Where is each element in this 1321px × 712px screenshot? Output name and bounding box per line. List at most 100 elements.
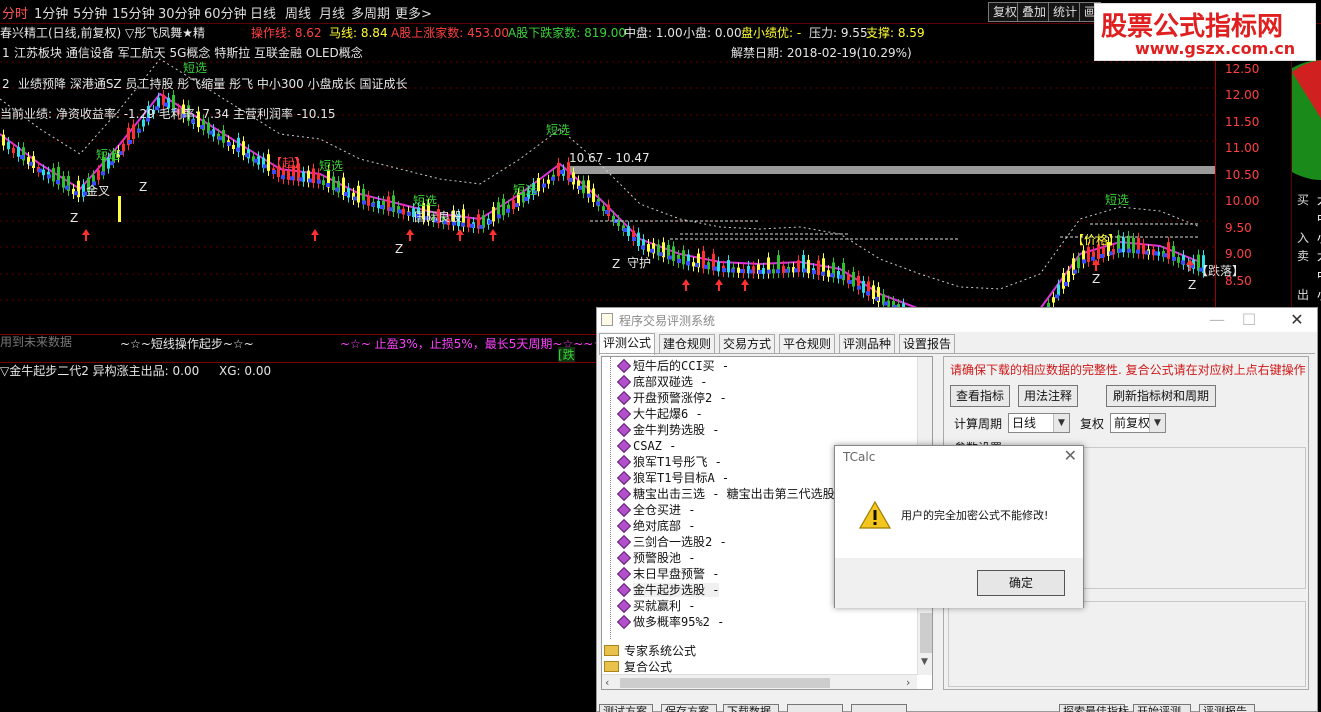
usage-notes-button[interactable]: 用法注释 xyxy=(1018,385,1078,407)
close-icon[interactable]: ✕ xyxy=(1283,309,1311,331)
pressure-value: 压力: 9.55 xyxy=(809,26,868,40)
tree-folder-expert[interactable]: 专家系统公式 xyxy=(604,643,696,659)
folder-icon xyxy=(604,645,619,656)
period-5min[interactable]: 5分钟 xyxy=(73,3,107,22)
view-indicator-button[interactable]: 查看指标 xyxy=(950,385,1010,407)
period-daily[interactable]: 日线 xyxy=(250,3,276,22)
tree-item[interactable]: 绝对底部 - xyxy=(616,518,695,534)
tree-item-label: 短牛后的CCI买 - xyxy=(633,359,730,373)
tab-instruments[interactable]: 评测品种 xyxy=(839,334,896,354)
formula-icon xyxy=(616,550,632,566)
tree-item[interactable]: 末日早盘预警 - xyxy=(616,566,719,582)
tab-entry-rules[interactable]: 建仓规则 xyxy=(659,334,716,354)
short-title: ~☆~短线操作起步~☆~ xyxy=(120,337,254,351)
save-plan-button[interactable]: 保存方案 xyxy=(661,704,717,712)
adjust-select[interactable]: 前复权 ▼ xyxy=(1110,413,1166,433)
formula-icon xyxy=(616,358,632,374)
chevron-down-icon[interactable]: ▼ xyxy=(1053,414,1069,432)
tree-folder-composite[interactable]: 复合公式 xyxy=(604,659,672,675)
tab-report-settings[interactable]: 设置报告 xyxy=(899,334,956,354)
axis-tick-7: 9.00 xyxy=(1225,247,1252,261)
advancers-count: A股上涨家数: 453.00 xyxy=(391,26,510,40)
overlay-button[interactable]: 叠加 xyxy=(1017,2,1052,22)
tree-item-label: 大牛起爆6 - xyxy=(633,407,703,421)
tree-vscroll-thumb[interactable] xyxy=(920,613,932,653)
start-test-button[interactable]: 开始评测 xyxy=(1133,704,1191,712)
chart-label-zx-7: 短选 xyxy=(1105,193,1130,207)
formula-icon xyxy=(616,534,632,550)
formula-icon xyxy=(616,374,632,390)
tree-item[interactable]: 开盘预警涨停2 - xyxy=(616,390,727,406)
period-60min[interactable]: 60分钟 xyxy=(204,3,247,22)
tree-item[interactable]: 糖宝出击三选 - 糖宝出击第三代选股 xyxy=(616,486,835,502)
explore-best-button[interactable]: 探索最佳指标 xyxy=(1059,704,1129,712)
window-titlebar[interactable]: 程序交易评测系统 — ☐ ✕ xyxy=(597,308,1317,332)
bottom-button-4[interactable] xyxy=(787,704,843,712)
tree-horizontal-scrollbar[interactable]: ‹ › xyxy=(602,674,917,689)
tree-item[interactable]: 三剑合一选股2 - xyxy=(616,534,727,550)
tree-item[interactable]: 大牛起爆6 - xyxy=(616,406,703,422)
ok-button[interactable]: 确定 xyxy=(977,570,1065,596)
test-report-button[interactable]: 评测报告 xyxy=(1199,704,1255,712)
tree-item[interactable]: 短牛后的CCI买 - xyxy=(616,358,729,374)
close-icon[interactable]: ✕ xyxy=(1064,446,1077,465)
download-data-button[interactable]: 下载数据 xyxy=(723,704,779,712)
warning-icon xyxy=(859,500,891,529)
tree-item-label: 金牛判势选股 - xyxy=(633,423,720,437)
watermark: 股票公式指标网 www.gszx.com.cn xyxy=(1094,3,1316,61)
tree-item[interactable]: 狼军T1号目标A - xyxy=(616,470,729,486)
description-group xyxy=(948,601,1306,687)
tab-underline xyxy=(599,353,1315,354)
formula-icon xyxy=(616,470,632,486)
sector-line-1: 江苏板块 通信设备 军工航天 5G概念 特斯拉 互联金融 OLED概念 xyxy=(14,46,363,60)
tree-item[interactable]: 金牛判势选股 - xyxy=(616,422,719,438)
period-weekly[interactable]: 周线 xyxy=(285,3,311,22)
tree-item[interactable]: 买就赢利 - xyxy=(616,598,695,614)
tcalc-message: 用户的完全加密公式不能修改! xyxy=(901,509,1049,522)
period-30min[interactable]: 30分钟 xyxy=(158,3,201,22)
formula-icon xyxy=(616,454,632,470)
scroll-down-icon[interactable]: ▼ xyxy=(921,657,928,667)
minimize-icon[interactable]: — xyxy=(1203,309,1231,331)
tree-item[interactable]: 金牛起步选股 - xyxy=(616,582,720,598)
tree-item-label: 底部双碰选 - xyxy=(633,375,708,389)
axis-tick-5: 10.00 xyxy=(1225,194,1260,208)
performance-line: 当前业绩: 净资收益率: -1.29 毛利率: 7.34 主营利润率 -10.1… xyxy=(0,107,336,121)
tree-item[interactable]: 做多概率95%2 - xyxy=(616,614,724,630)
tab-trade-mode[interactable]: 交易方式 xyxy=(719,334,776,354)
scroll-left-icon[interactable]: ‹ xyxy=(605,676,609,689)
period-1min[interactable]: 1分钟 xyxy=(34,3,68,22)
future-data-label: 用到未来数据 xyxy=(0,335,73,349)
bottom-button-5[interactable] xyxy=(851,704,907,712)
scroll-right-icon[interactable]: › xyxy=(906,676,910,689)
tree-item[interactable]: CSAZ - xyxy=(616,438,676,454)
tree-item[interactable]: 全仓买进 - xyxy=(616,502,695,518)
axis-tick-6: 9.50 xyxy=(1225,221,1252,235)
tree-hscroll-thumb[interactable] xyxy=(620,678,830,688)
period-multi[interactable]: 多周期 xyxy=(351,3,390,22)
tab-exit-rules[interactable]: 平仓规则 xyxy=(779,334,836,354)
stats-button[interactable]: 统计 xyxy=(1048,2,1083,22)
maximize-icon[interactable]: ☐ xyxy=(1235,309,1263,331)
chart-tag-gold: 金叉 xyxy=(86,184,111,198)
tree-item[interactable]: 底部双碰选 - xyxy=(616,374,707,390)
chart-label-z-1: Z xyxy=(139,180,148,194)
tree-item[interactable]: 狼军T1号彤飞 - xyxy=(616,454,722,470)
formula-icon xyxy=(616,486,632,502)
tcalc-title: TCalc xyxy=(843,450,876,464)
period-more[interactable]: 更多> xyxy=(395,3,432,22)
sell-small-label: 小 xyxy=(1317,286,1321,303)
tree-item-label: 末日早盘预警 - xyxy=(633,567,720,581)
period-monthly[interactable]: 月线 xyxy=(319,3,345,22)
window-title: 程序交易评测系统 xyxy=(619,314,716,328)
tab-formula[interactable]: 评测公式 xyxy=(599,333,656,355)
test-plan-button[interactable]: 测试方案 xyxy=(599,704,653,712)
period-select-value: 日线 xyxy=(1012,416,1037,430)
period-15min[interactable]: 15分钟 xyxy=(112,3,155,22)
formula-icon xyxy=(616,502,632,518)
period-minute-timeline[interactable]: 分时 xyxy=(2,3,28,22)
refresh-tree-button[interactable]: 刷新指标树和周期 xyxy=(1106,385,1216,407)
chevron-down-icon[interactable]: ▼ xyxy=(1149,414,1165,432)
tree-item[interactable]: 预警股池 - xyxy=(616,550,695,566)
period-select[interactable]: 日线 ▼ xyxy=(1008,413,1070,433)
